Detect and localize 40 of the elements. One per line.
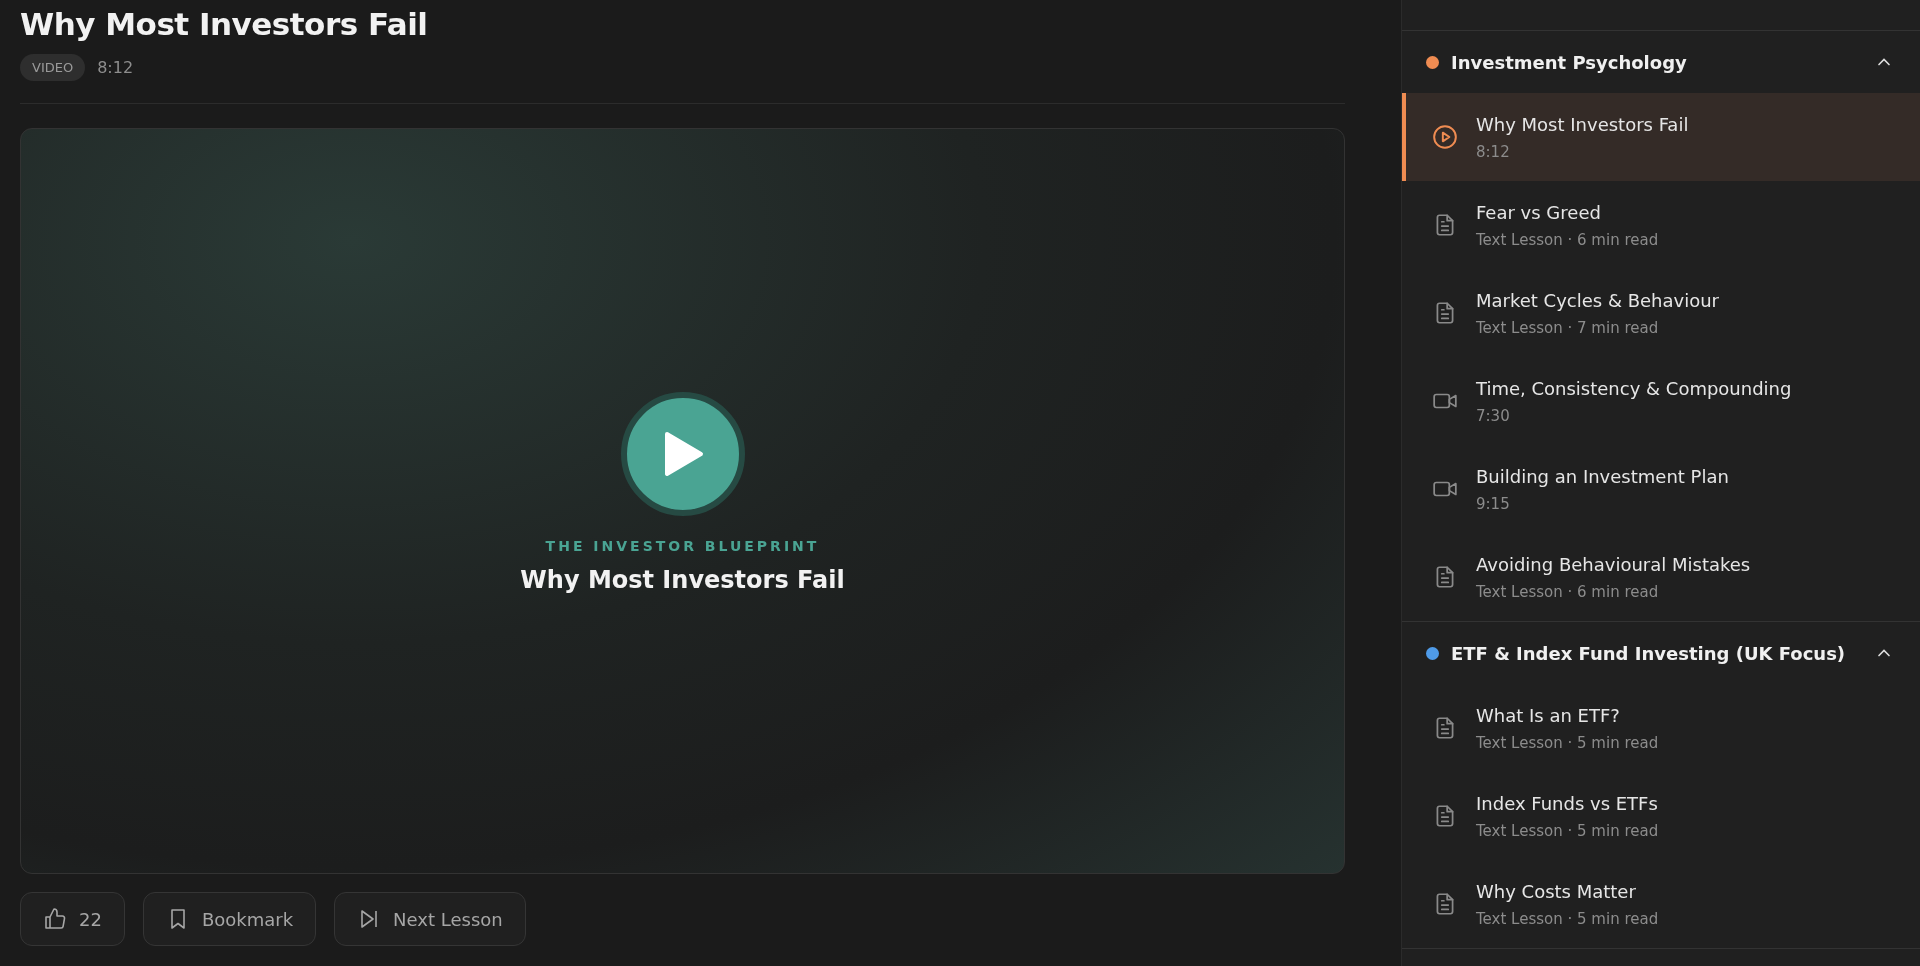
lesson-item[interactable]: What Is an ETF? Text Lesson · 5 min read (1402, 684, 1920, 772)
lesson-item[interactable]: Building an Investment Plan 9:15 (1402, 445, 1920, 533)
like-button[interactable]: 22 (20, 892, 125, 946)
lesson-item-meta: Text Lesson · 6 min read (1476, 230, 1659, 249)
lesson-item[interactable]: Why Costs Matter Text Lesson · 5 min read (1402, 860, 1920, 948)
lesson-item[interactable]: Why Most Investors Fail 8:12 (1402, 93, 1920, 181)
bookmark-button[interactable]: Bookmark (142, 892, 317, 946)
lesson-item[interactable]: Market Cycles & Behaviour Text Lesson · 7 min read (1402, 269, 1920, 357)
video-title: Why Most Investors Fail (520, 566, 845, 594)
lesson-item-title: What Is an ETF? (1476, 704, 1621, 726)
play-circle-icon (1432, 124, 1458, 150)
lesson-item-title: Why Most Investors Fail (1476, 113, 1689, 135)
lesson-item-title: Why Costs Matter (1476, 880, 1637, 902)
section-title: ETF & Index Fund Investing (UK Focus) (1451, 642, 1847, 664)
lesson-duration: 8:12 (97, 58, 134, 77)
lesson-item-meta: Text Lesson · 6 min read (1476, 582, 1660, 601)
thumbs-up-icon (43, 907, 67, 931)
section-title: Investment Psychology (1451, 51, 1688, 73)
lesson-item[interactable]: Index Funds vs ETFs Text Lesson · 5 min read (1402, 772, 1920, 860)
video-player[interactable]: THE INVESTOR BLUEPRINT Why Most Investors Fail (20, 128, 1345, 874)
lesson-item-meta: Text Lesson · 5 min read (1476, 909, 1659, 928)
lesson-item-title: Market Cycles & Behaviour (1476, 289, 1719, 311)
lesson-item[interactable]: Time, Consistency & Compounding 7:30 (1402, 357, 1920, 445)
next-lesson-button[interactable]: Next Lesson (334, 892, 526, 946)
lesson-title: Why Most Investors Fail (20, 6, 429, 42)
lesson-item-title: Index Funds vs ETFs (1476, 792, 1659, 814)
lesson-item-meta: Text Lesson · 5 min read (1476, 821, 1659, 840)
lesson-item-meta: 9:15 (1476, 494, 1511, 513)
lesson-item[interactable]: Fear vs Greed Text Lesson · 6 min read (1402, 181, 1920, 269)
type-badge: VIDEO (20, 54, 86, 81)
lesson-item-meta: Text Lesson · 5 min read (1476, 733, 1659, 752)
lesson-item-title: Avoiding Behavioural Mistakes (1476, 553, 1751, 575)
lesson-item-title: Fear vs Greed (1476, 201, 1602, 223)
lesson-item-meta: 7:30 (1476, 406, 1511, 425)
lesson-item-meta: Text Lesson · 7 min read (1476, 318, 1660, 337)
lesson-item-title: Building an Investment Plan (1476, 465, 1729, 487)
course-name: THE INVESTOR BLUEPRINT (545, 538, 820, 554)
lesson-item-title: Time, Consistency & Compounding (1476, 377, 1792, 399)
lesson-item-meta: 8:12 (1476, 142, 1511, 161)
lesson-item[interactable]: Avoiding Behavioural Mistakes Text Lesson · 6 min read (1402, 533, 1920, 621)
